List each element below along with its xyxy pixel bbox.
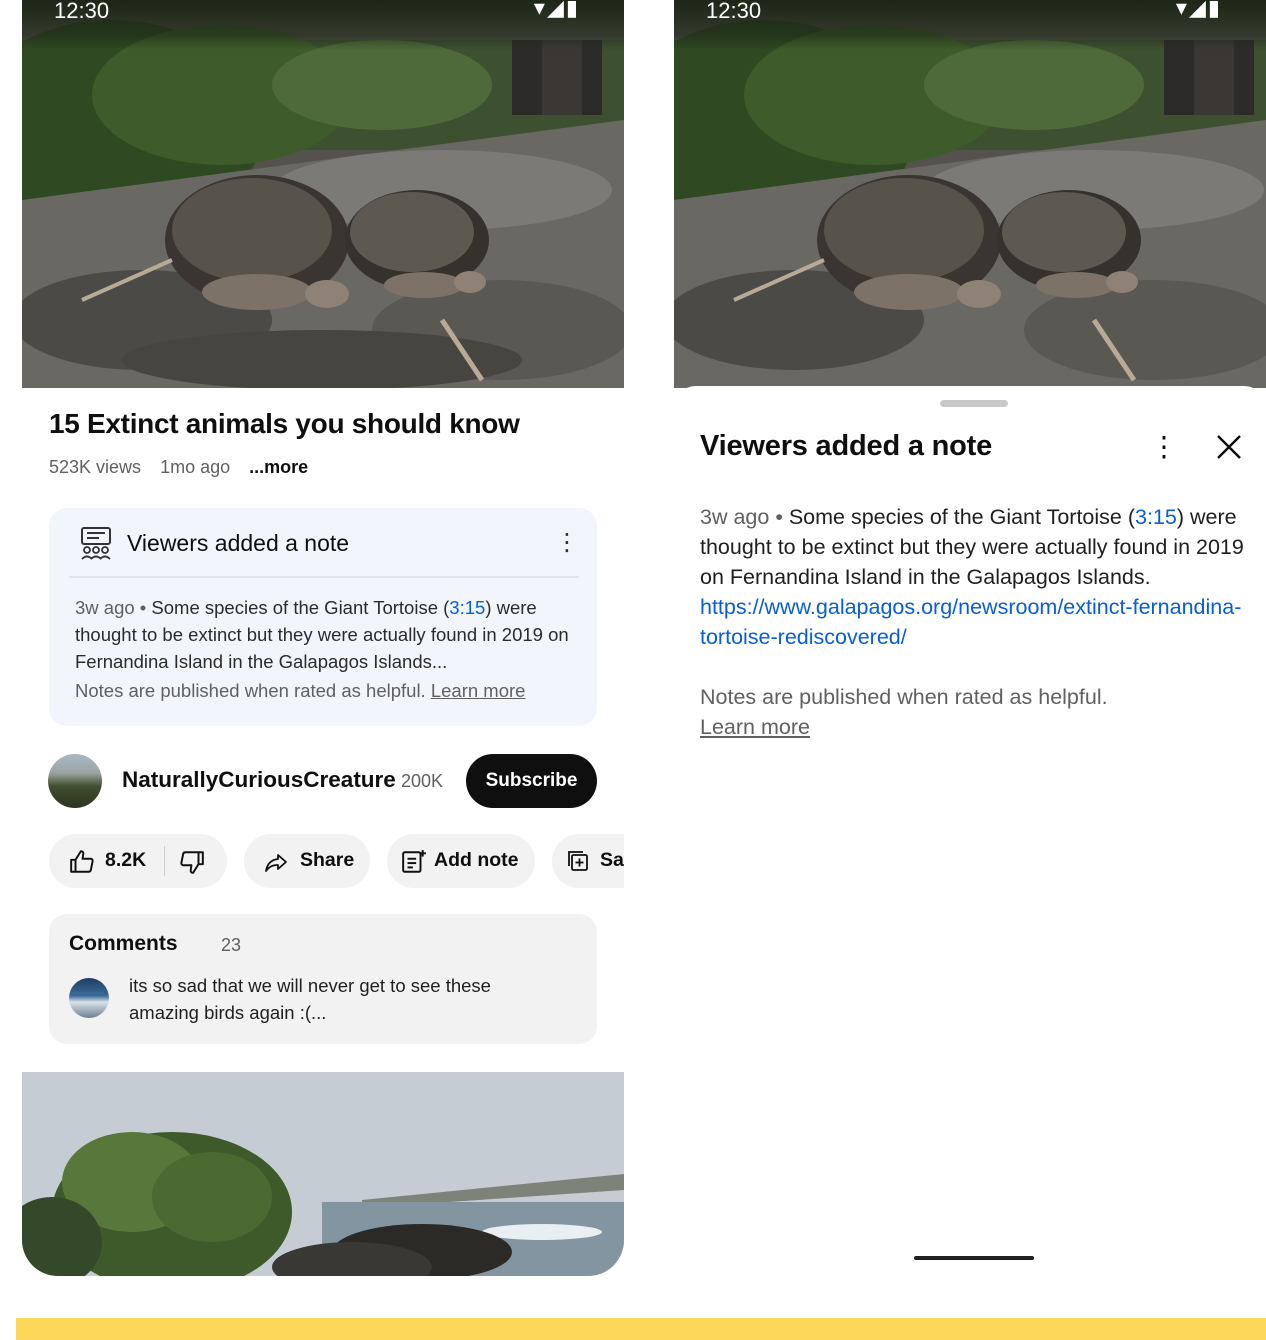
more-vert-icon[interactable]: ⋮ xyxy=(555,528,579,556)
share-button[interactable]: Share xyxy=(244,834,370,888)
like-dislike-chip[interactable]: 8.2K xyxy=(49,834,227,888)
status-time: 12:30 xyxy=(706,0,762,23)
channel-avatar[interactable] xyxy=(48,754,102,808)
sheet-note-text: 3w ago • Some species of the Giant Torto… xyxy=(700,505,1244,649)
close-icon[interactable] xyxy=(1212,430,1246,464)
subscriber-count: 200K xyxy=(401,771,444,791)
note-bottom-sheet: Viewers added a note ⋮ 3w ago • Some spe… xyxy=(674,386,1266,1276)
comments-count: 23 xyxy=(221,935,242,955)
timestamp-link[interactable]: 3:15 xyxy=(1135,505,1177,529)
status-bar: 12:30 ▾◢▮ xyxy=(22,0,624,50)
timestamp-link[interactable]: 3:15 xyxy=(449,597,485,618)
video-title: 15 Extinct animals you should know xyxy=(49,408,520,439)
thumb-up-icon[interactable] xyxy=(69,849,95,875)
note-card-text: 3w ago • Some species of the Giant Torto… xyxy=(75,597,569,672)
share-label: Share xyxy=(300,849,355,871)
note-sheet-screen: 12:30 ▾◢▮ Viewers added a note ⋮ 3w ago … xyxy=(674,0,1266,1276)
status-signal-icons: ▾◢▮ xyxy=(1175,0,1222,21)
more-link[interactable]: ...more xyxy=(249,457,308,477)
share-arrow-icon xyxy=(265,854,287,872)
community-note-icon xyxy=(81,527,111,560)
video-meta[interactable]: 523K views 1mo ago ...more xyxy=(49,457,322,478)
view-count: 523K views xyxy=(49,457,142,477)
status-bar: 12:30 ▾◢▮ xyxy=(674,0,1266,50)
divider xyxy=(164,846,165,876)
highlight-bar xyxy=(16,1318,1266,1340)
save-playlist-icon xyxy=(568,851,588,871)
save-button[interactable]: Sa xyxy=(552,834,624,888)
video-player[interactable]: 12:30 ▾◢▮ xyxy=(674,0,1266,388)
sheet-title: Viewers added a note xyxy=(700,430,993,462)
note-card-title: Viewers added a note xyxy=(127,530,350,556)
status-time: 12:30 xyxy=(54,0,110,23)
video-player[interactable]: 12:30 ▾◢▮ xyxy=(22,0,624,388)
comments-header: Comments xyxy=(69,932,178,955)
source-link[interactable]: https://www.galapagos.org/newsroom/extin… xyxy=(700,595,1241,649)
video-frame-tortoises xyxy=(22,0,624,388)
watch-page-screen: 12:30 ▾◢▮ 15 Extinct animals you should … xyxy=(22,0,624,1276)
sheet-footer: Notes are published when rated as helpfu… xyxy=(700,685,1108,739)
add-note-icon xyxy=(402,850,426,873)
video-frame-tortoises xyxy=(674,0,1266,388)
more-vert-icon[interactable]: ⋮ xyxy=(1150,430,1178,463)
divider xyxy=(69,576,579,578)
subscribe-button[interactable]: Subscribe xyxy=(466,754,597,808)
learn-more-link[interactable]: Learn more xyxy=(700,715,810,739)
like-count: 8.2K xyxy=(105,849,147,871)
channel-name[interactable]: NaturallyCuriousCreature xyxy=(122,767,396,793)
thumbnail-image xyxy=(22,1072,624,1276)
add-note-label: Add note xyxy=(434,849,519,871)
drag-handle[interactable] xyxy=(940,400,1008,407)
comments-teaser[interactable]: Comments 23 its so sad that we will neve… xyxy=(49,914,597,1044)
save-label: Sa xyxy=(600,849,624,871)
next-video-thumbnail[interactable] xyxy=(22,1072,624,1276)
status-signal-icons: ▾◢▮ xyxy=(533,0,580,21)
thumb-down-icon[interactable] xyxy=(179,849,205,875)
note-card-footer: Notes are published when rated as helpfu… xyxy=(75,680,526,701)
add-note-button[interactable]: Add note xyxy=(387,834,535,888)
avatar xyxy=(69,978,109,1018)
home-indicator[interactable] xyxy=(914,1256,1034,1260)
top-comment: its so sad that we will never get to see… xyxy=(129,975,491,1023)
upload-age: 1mo ago xyxy=(160,457,231,477)
viewer-note-card[interactable]: Viewers added a note ⋮ 3w ago • Some spe… xyxy=(49,508,597,726)
learn-more-link[interactable]: Learn more xyxy=(431,680,526,701)
